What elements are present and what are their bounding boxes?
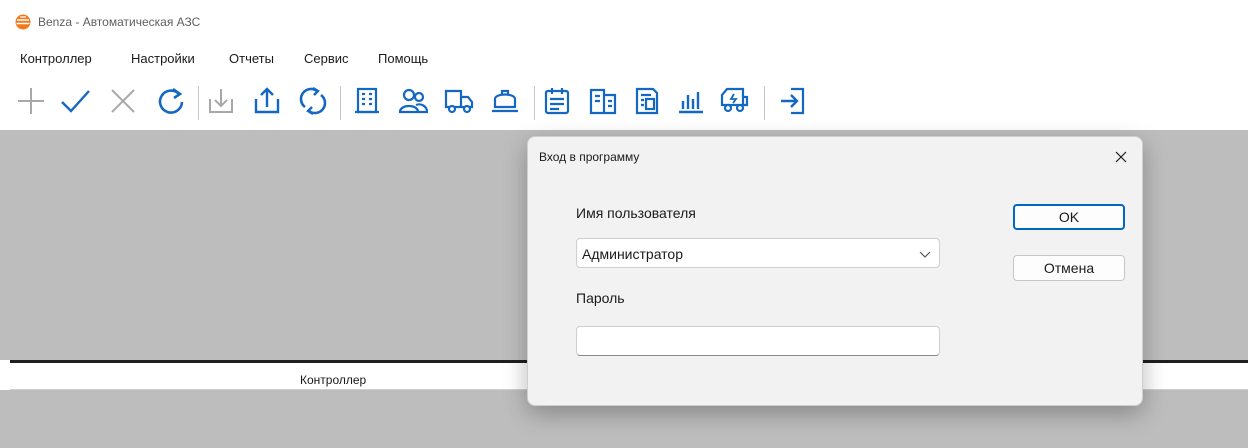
card-icon <box>635 87 659 115</box>
refresh-icon <box>158 87 184 114</box>
calendar-icon <box>544 88 570 115</box>
add-button[interactable] <box>14 80 48 122</box>
toolbar-separator <box>198 86 199 120</box>
menu-controller[interactable]: Контроллер <box>20 51 92 66</box>
password-field[interactable] <box>576 326 940 356</box>
check-icon <box>61 90 90 113</box>
plus-icon <box>18 88 44 114</box>
sync-button[interactable] <box>296 80 330 122</box>
password-label: Пароль <box>576 290 625 306</box>
fuel-truck-icon <box>720 87 749 113</box>
vehicles-button[interactable] <box>442 80 476 122</box>
close-icon <box>111 89 135 113</box>
apply-button[interactable] <box>58 80 92 122</box>
download-icon <box>209 89 233 113</box>
clients-button[interactable] <box>396 80 430 122</box>
panel-margin <box>0 360 10 390</box>
toolbar-separator <box>534 86 535 120</box>
cancel-changes-button[interactable] <box>106 80 140 122</box>
refresh-button[interactable] <box>154 80 188 122</box>
document-icon <box>589 88 617 115</box>
menu-bar: Контроллер Настройки Отчеты Сервис Помощ… <box>0 44 1248 74</box>
menu-settings[interactable]: Настройки <box>131 51 195 66</box>
organizations-button[interactable] <box>350 80 384 122</box>
truck-icon <box>444 89 474 114</box>
menu-service[interactable]: Сервис <box>304 51 349 66</box>
dialog-close-button[interactable] <box>1110 147 1132 167</box>
title-bar: Benza - Автоматическая АЗС <box>0 0 1248 44</box>
exit-button[interactable] <box>776 80 810 122</box>
exit-icon <box>781 87 805 115</box>
toolbar-separator <box>340 86 341 120</box>
reports-button[interactable] <box>674 80 708 122</box>
ok-button[interactable]: OK <box>1013 204 1125 230</box>
toolbar-separator <box>764 86 765 120</box>
export-button[interactable] <box>250 80 284 122</box>
users-icon <box>398 88 429 114</box>
cards-button[interactable] <box>630 80 664 122</box>
username-value: Администратор <box>582 246 684 262</box>
controller-column-header[interactable]: Контроллер <box>300 373 366 387</box>
cancel-button[interactable]: Отмена <box>1013 255 1125 281</box>
building-icon <box>355 87 379 114</box>
schedule-button[interactable] <box>540 80 574 122</box>
documents-button[interactable] <box>586 80 620 122</box>
upload-icon <box>254 87 280 114</box>
tank-icon <box>492 89 518 113</box>
menu-help[interactable]: Помощь <box>378 51 428 66</box>
benza-logo-icon <box>15 14 31 30</box>
fuel-delivery-button[interactable] <box>718 80 752 122</box>
tanks-button[interactable] <box>488 80 522 122</box>
close-icon <box>1115 151 1127 163</box>
chevron-down-icon <box>919 251 931 258</box>
toolbar <box>0 74 1248 130</box>
import-button[interactable] <box>204 80 238 122</box>
username-label: Имя пользователя <box>576 205 696 221</box>
dialog-title: Вход в программу <box>539 150 640 164</box>
username-select[interactable]: Администратор <box>576 238 940 268</box>
sync-icon <box>299 86 327 116</box>
chart-icon <box>679 92 703 114</box>
login-dialog: Вход в программу Имя пользователя Админи… <box>527 136 1143 406</box>
window-title: Benza - Автоматическая АЗС <box>38 15 201 29</box>
menu-reports[interactable]: Отчеты <box>229 51 274 66</box>
